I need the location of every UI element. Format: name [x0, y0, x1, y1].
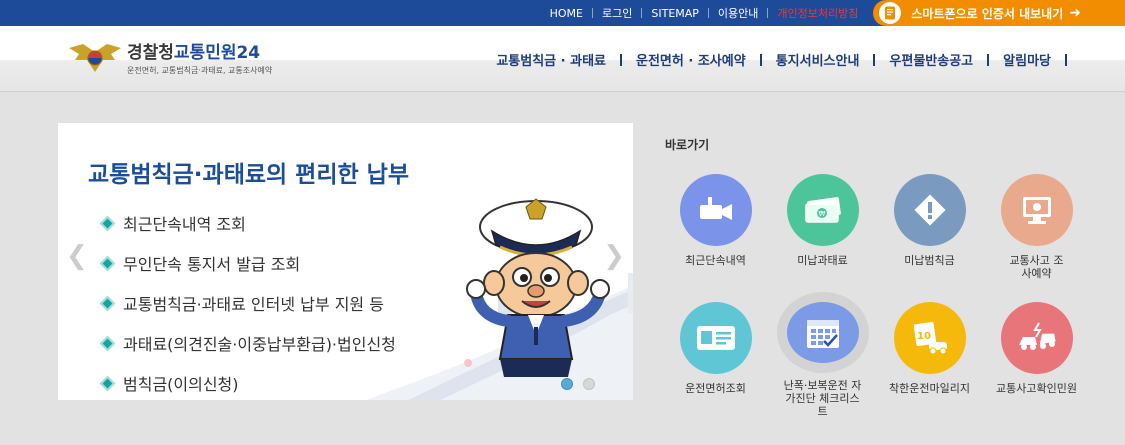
banner-item-penalty-opinion[interactable]: 과태료(의견진술·이중납부환급)·법인신청 [99, 323, 396, 363]
car-crash-icon [1018, 322, 1056, 350]
quick-unpaid-fine[interactable]: 미납범칙금 [876, 174, 983, 290]
police-mascot-icon [466, 198, 610, 377]
banner-item-fine-objection[interactable]: 범칙금(이의신청) [99, 363, 396, 400]
quick-unpaid-penalty[interactable]: ₩ 미납과태료 [769, 174, 876, 290]
quick-icon-circle [1000, 302, 1073, 374]
prev-slide-button[interactable]: ❮ [66, 241, 88, 271]
quick-icon-circle [1000, 174, 1073, 246]
quick-label: 교통사고 조사예약 [1009, 254, 1064, 280]
diamond-bullet-icon [99, 295, 116, 311]
logo-title-service: 교통민원24 [173, 43, 261, 63]
quick-license-check[interactable]: 운전면허조회 [662, 302, 769, 418]
quick-label: 교통사고확인민원 [996, 382, 1077, 395]
banner-item-unmanned-notice[interactable]: 무인단속 통지서 발급 조회 [99, 243, 396, 283]
banner-item-label: 최근단속내역 조회 [123, 215, 246, 234]
quick-label: 난폭·보복운전 자가진단 체크리스트 [783, 379, 862, 418]
banner-item-label: 교통범칙금·과태료 인터넷 납부 지원 등 [123, 295, 384, 314]
banner-item-label: 과태료(의견진술·이중납부환급)·법인신청 [123, 335, 396, 354]
quick-icon-circle [786, 302, 859, 363]
banner-item-label: 무인단속 통지서 발급 조회 [123, 255, 301, 274]
logo-title: 경찰청교통민원24 [127, 38, 272, 63]
next-slide-button[interactable]: ❯ [603, 241, 625, 271]
smartphone-icon [879, 2, 902, 24]
nav-license[interactable]: 운전면허 · 조사예약 [622, 50, 760, 69]
money-icon: ₩ [804, 197, 841, 223]
svg-text:₩: ₩ [818, 210, 825, 218]
divider [1065, 53, 1067, 66]
sitemap-link[interactable]: SITEMAP [642, 7, 708, 20]
quick-recent-violations[interactable]: 최근단속내역 [662, 174, 769, 290]
slide-indicator [561, 378, 595, 390]
police-emblem-icon [69, 44, 121, 72]
slide-dot-1[interactable] [561, 378, 573, 390]
warning-sign-icon [913, 194, 946, 226]
quick-label: 운전면허조회 [685, 382, 746, 395]
quick-label: 미납범칙금 [904, 254, 955, 267]
quick-label: 미납과태료 [797, 254, 848, 267]
privacy-policy-link[interactable]: 개인정보처리방침 [768, 5, 867, 21]
quick-reckless-driving-checklist[interactable]: 난폭·보복운전 자가진단 체크리스트 [769, 302, 876, 418]
quick-icon-circle [679, 174, 752, 246]
computer-icon [1022, 197, 1051, 224]
banner-title: 교통범칙금·과태료의 편리한 납부 [88, 162, 409, 188]
svg-text:10: 10 [917, 331, 931, 342]
nav-returned-mail[interactable]: 우편물반송공고 [875, 50, 987, 69]
quick-links: 최근단속내역 ₩ 미납과태료 미납범칙금 교통사고 조사예약 운전면허조회 난폭… [662, 174, 1122, 418]
diamond-bullet-icon [99, 375, 116, 391]
top-links: HOME 로그인 SITEMAP 이용안내 개인정보처리방침 스마트폰으로 인증… [541, 0, 1125, 26]
banner-item-recent-violations[interactable]: 최근단속내역 조회 [99, 203, 396, 243]
slide-dot-2[interactable] [583, 378, 595, 390]
mileage-car-icon: 10 [913, 321, 947, 355]
arrow-right-icon: ➜ [1069, 5, 1081, 21]
export-certificate-button[interactable]: 스마트폰으로 인증서 내보내기 ➜ [873, 0, 1125, 26]
banner-list: 최근단속내역 조회 무인단속 통지서 발급 조회 교통범칙금·과태료 인터넷 납… [99, 203, 396, 400]
quick-icon-circle: ₩ [786, 174, 859, 246]
diamond-bullet-icon [99, 335, 116, 351]
logo-title-agency: 경찰청 [127, 43, 174, 63]
quick-icon-circle [893, 174, 966, 246]
header: 경찰청교통민원24 운전면허, 교통범칙금·과태료, 교통조사예약 교통범칙금 … [0, 26, 1125, 92]
quick-label: 최근단속내역 [685, 254, 746, 267]
quick-icon-circle [679, 302, 752, 374]
site-logo[interactable]: 경찰청교통민원24 운전면허, 교통범칙금·과태료, 교통조사예약 [67, 38, 272, 76]
home-link[interactable]: HOME [541, 7, 592, 20]
diamond-bullet-icon [99, 255, 116, 271]
top-bar: HOME 로그인 SITEMAP 이용안내 개인정보처리방침 스마트폰으로 인증… [0, 0, 1125, 26]
quick-links-title: 바로가기 [665, 138, 710, 152]
nav-fines[interactable]: 교통범칙금 · 과태료 [482, 50, 620, 69]
quick-accident-reservation[interactable]: 교통사고 조사예약 [983, 174, 1090, 290]
quick-label: 착한운전마일리지 [889, 382, 970, 395]
main-nav: 교통범칙금 · 과태료 운전면허 · 조사예약 통지서비스안내 우편물반송공고 … [482, 50, 1067, 69]
quick-icon-circle: 10 [893, 302, 966, 374]
camera-icon [699, 197, 732, 220]
quick-accident-confirmation[interactable]: 교통사고확인민원 [983, 302, 1090, 418]
diamond-bullet-icon [99, 215, 116, 231]
nav-notification[interactable]: 통지서비스안내 [762, 50, 874, 69]
export-certificate-label: 스마트폰으로 인증서 내보내기 [911, 6, 1064, 21]
login-link[interactable]: 로그인 [593, 5, 641, 21]
nav-notice[interactable]: 알림마당 [989, 50, 1065, 69]
usage-guide-link[interactable]: 이용안내 [709, 5, 767, 21]
logo-subtitle: 운전면허, 교통범칙금·과태료, 교통조사예약 [127, 66, 273, 75]
license-card-icon [696, 326, 735, 350]
main-banner: 교통범칙금·과태료의 편리한 납부 최근단속내역 조회 무인단속 통지서 발급 … [58, 123, 633, 400]
calendar-check-icon [806, 319, 839, 348]
banner-item-online-payment[interactable]: 교통범칙금·과태료 인터넷 납부 지원 등 [99, 283, 396, 323]
quick-safe-driving-mileage[interactable]: 10 착한운전마일리지 [876, 302, 983, 418]
banner-item-label: 범칙금(이의신청) [123, 375, 239, 394]
